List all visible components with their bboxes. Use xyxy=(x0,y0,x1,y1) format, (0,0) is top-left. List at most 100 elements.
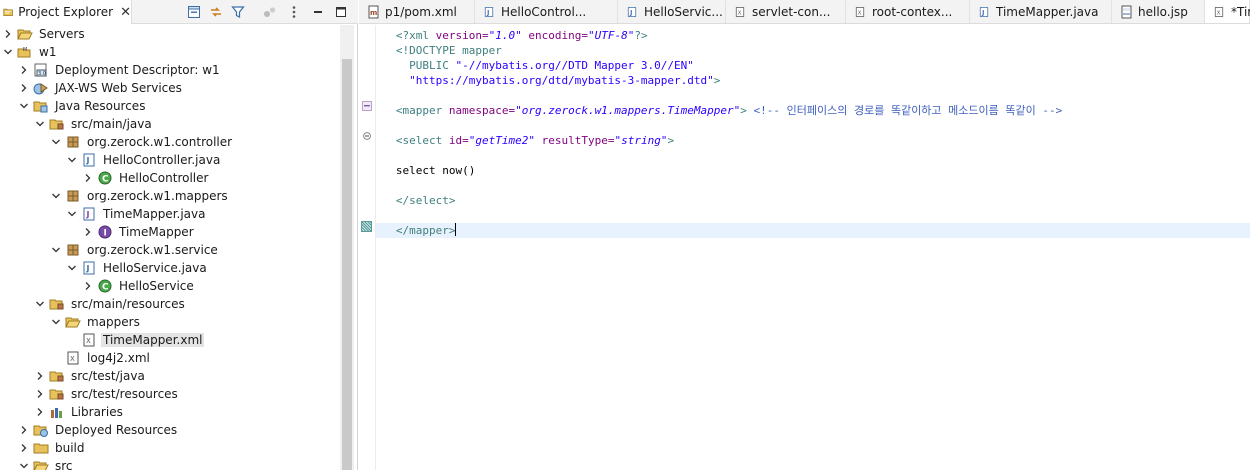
code-token: "https://mybatis.org/dtd/mybatis-3-mappe… xyxy=(395,74,714,87)
tree-item[interactable]: C HelloService xyxy=(0,277,196,295)
web-services-icon xyxy=(33,81,49,95)
chevron-down-icon[interactable] xyxy=(18,100,30,112)
chevron-down-icon[interactable] xyxy=(34,298,46,310)
code-token: > xyxy=(740,104,747,117)
chevron-down-icon[interactable] xyxy=(66,262,78,274)
editor-tab-label: HelloControl... xyxy=(501,5,587,19)
tree-item[interactable]: src/test/resources xyxy=(0,385,180,403)
fold-icon[interactable] xyxy=(362,131,372,141)
link-with-editor-icon[interactable] xyxy=(208,4,224,20)
tree-item[interactable]: Servers xyxy=(0,25,87,43)
chevron-right-icon[interactable] xyxy=(82,280,94,292)
code-line[interactable]: </mapper> xyxy=(376,223,1250,238)
tree-item[interactable]: org.zerock.w1.mappers xyxy=(0,187,230,205)
tree-scrollbar[interactable] xyxy=(340,25,354,470)
tree-item[interactable]: JAX-WS Web Services xyxy=(0,79,184,97)
close-icon[interactable]: ✕ xyxy=(120,5,131,20)
svg-text:J: J xyxy=(86,210,90,219)
project-explorer-tab[interactable]: Project Explorer ✕ xyxy=(0,0,132,24)
tree-item[interactable]: Xlog4j2.xml xyxy=(0,349,152,367)
chevron-right-icon[interactable] xyxy=(18,82,30,94)
chevron-down-icon[interactable] xyxy=(50,136,62,148)
editor-gutter[interactable] xyxy=(359,25,375,470)
tree-item[interactable]: 3.0 Deployment Descriptor: w1 xyxy=(0,61,222,79)
chevron-right-icon[interactable] xyxy=(34,370,46,382)
editor-tab[interactable]: J HelloServic... xyxy=(618,0,726,23)
tree-item[interactable]: org.zerock.w1.service xyxy=(0,241,220,259)
editor-tab[interactable]: J TimeMapper.java xyxy=(970,0,1112,23)
chevron-right-icon[interactable] xyxy=(34,406,46,418)
tree-item[interactable]: Java Resources xyxy=(0,97,147,115)
tree-item[interactable]: src xyxy=(0,457,75,470)
filter-icon[interactable] xyxy=(230,4,246,20)
maximize-icon[interactable] xyxy=(333,4,349,20)
editor-tab[interactable]: m p1/pom.xml xyxy=(359,0,475,23)
chevron-right-icon[interactable] xyxy=(82,226,94,238)
tree-item[interactable]: Libraries xyxy=(0,403,125,421)
folder-icon xyxy=(33,441,49,455)
focus-icon[interactable] xyxy=(262,4,278,20)
tree-item[interactable]: build xyxy=(0,439,87,457)
code-line[interactable]: <!DOCTYPE mapper xyxy=(376,43,1250,58)
view-menu-icon[interactable] xyxy=(286,4,302,20)
chevron-down-icon[interactable] xyxy=(34,118,46,130)
text-caret xyxy=(455,223,457,236)
code-token: encoding= xyxy=(521,29,588,42)
chevron-right-icon[interactable] xyxy=(18,442,30,454)
chevron-down-icon[interactable] xyxy=(50,190,62,202)
code-line[interactable] xyxy=(376,208,1250,223)
code-line[interactable]: </select> xyxy=(376,193,1250,208)
chevron-down-icon[interactable] xyxy=(50,244,62,256)
chevron-down-icon[interactable] xyxy=(66,208,78,220)
tree-item[interactable]: Deployed Resources xyxy=(0,421,179,439)
tree-item[interactable]: org.zerock.w1.controller xyxy=(0,133,234,151)
tree-item[interactable]: J HelloController.java xyxy=(0,151,222,169)
chevron-right-icon[interactable] xyxy=(2,28,14,40)
editor-tab[interactable]: X *Tir xyxy=(1205,0,1250,23)
chevron-down-icon[interactable] xyxy=(18,460,30,470)
tree-item-label: Java Resources xyxy=(55,99,146,113)
code-line[interactable]: <mapper namespace="org.zerock.w1.mappers… xyxy=(376,103,1250,118)
code-line[interactable]: "https://mybatis.org/dtd/mybatis-3-mappe… xyxy=(376,73,1250,88)
tree-item-label: JAX-WS Web Services xyxy=(55,81,182,95)
tree-item[interactable]: mappers xyxy=(0,313,142,331)
tree-item[interactable]: src/main/resources xyxy=(0,295,187,313)
code-line[interactable]: PUBLIC "-//mybatis.org//DTD Mapper 3.0//… xyxy=(376,58,1250,73)
code-line[interactable] xyxy=(376,88,1250,103)
tree-item[interactable]: I TimeMapper xyxy=(0,223,196,241)
code-line[interactable]: <select id="getTime2" resultType="string… xyxy=(376,133,1250,148)
editor-tab[interactable]: hello.jsp xyxy=(1112,0,1205,23)
code-editor[interactable]: <?xml version="1.0" encoding="UTF-8"?> <… xyxy=(376,25,1250,470)
code-line[interactable] xyxy=(376,178,1250,193)
code-line[interactable] xyxy=(376,118,1250,133)
tree-scrollbar-thumb[interactable] xyxy=(342,59,352,470)
tree-item[interactable]: J TimeMapper.java xyxy=(0,205,207,223)
chevron-right-icon[interactable] xyxy=(18,424,30,436)
tree-item[interactable]: src/test/java xyxy=(0,367,147,385)
editor-tab[interactable]: Xroot-contex... xyxy=(846,0,970,23)
chevron-right-icon[interactable] xyxy=(82,172,94,184)
code-line[interactable] xyxy=(376,148,1250,163)
code-line[interactable]: select now() xyxy=(376,163,1250,178)
chevron-right-icon[interactable] xyxy=(34,388,46,400)
code-line[interactable]: <?xml version="1.0" encoding="UTF-8"?> xyxy=(376,28,1250,43)
collapse-all-icon[interactable] xyxy=(186,4,202,20)
tree-item[interactable]: src/main/java xyxy=(0,115,154,133)
chevron-down-icon[interactable] xyxy=(50,316,62,328)
minimize-icon[interactable] xyxy=(310,4,326,20)
chevron-right-icon[interactable] xyxy=(18,64,30,76)
fold-icon[interactable] xyxy=(362,101,372,111)
svg-text:M: M xyxy=(23,47,27,53)
tree-item[interactable]: Mw1 xyxy=(0,43,58,61)
tree-item-label: Deployment Descriptor: w1 xyxy=(55,63,220,77)
tree-item-label: Servers xyxy=(39,27,85,41)
chevron-down-icon[interactable] xyxy=(66,154,78,166)
tree-item[interactable]: J HelloService.java xyxy=(0,259,209,277)
editor-tab[interactable]: Xservlet-con... xyxy=(726,0,846,23)
chevron-down-icon[interactable] xyxy=(2,46,14,58)
tree-item[interactable]: X TimeMapper.xml xyxy=(0,331,205,349)
tree-item[interactable]: C HelloController xyxy=(0,169,210,187)
project-tree[interactable]: Servers Mw1 3.0 Deployment Descriptor: w1 JA… xyxy=(0,25,340,470)
editor-tab[interactable]: J HelloControl... xyxy=(475,0,618,23)
tree-item-label: org.zerock.w1.mappers xyxy=(87,189,228,203)
